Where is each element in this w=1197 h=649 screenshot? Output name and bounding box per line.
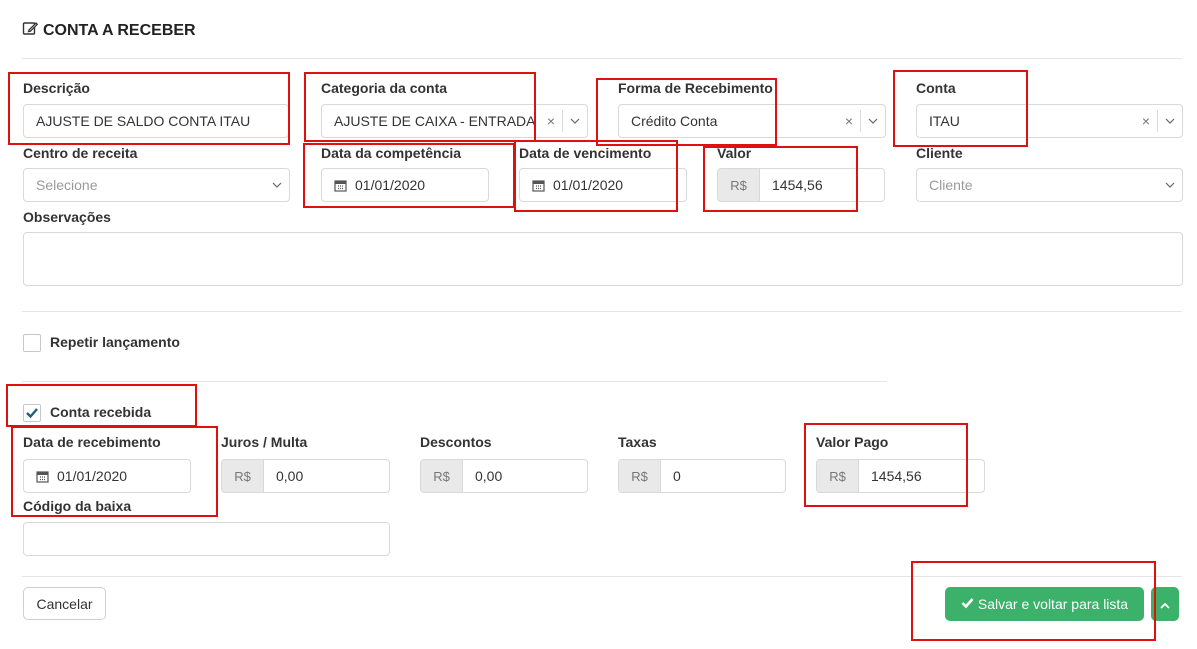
observacoes-textarea[interactable] (23, 232, 1183, 286)
vencimento-label: Data de vencimento (519, 145, 652, 161)
taxas-input[interactable]: R$ 0 (618, 459, 786, 493)
currency-addon: R$ (718, 169, 760, 201)
save-options-button[interactable] (1151, 587, 1179, 621)
chevron-down-icon[interactable] (265, 182, 289, 188)
currency-addon: R$ (421, 460, 463, 492)
conta-select[interactable]: ITAU × (916, 104, 1183, 138)
cancel-button[interactable]: Cancelar (23, 587, 106, 620)
cliente-label: Cliente (916, 145, 963, 161)
divider (22, 381, 887, 382)
data-recebimento-input[interactable]: 01/01/2020 (23, 459, 191, 493)
chevron-down-icon[interactable] (1158, 118, 1182, 124)
chevron-up-icon (1160, 596, 1170, 612)
valor-input[interactable]: R$ 1454,56 (717, 168, 885, 202)
repetir-checkbox[interactable] (23, 334, 41, 352)
divider (22, 576, 1182, 577)
observacoes-label: Observações (23, 209, 111, 225)
centro-receita-select[interactable]: Selecione (23, 168, 290, 202)
vencimento-date-input[interactable]: 01/01/2020 (519, 168, 687, 202)
check-icon (961, 596, 974, 612)
competencia-label: Data da competência (321, 145, 462, 161)
currency-addon: R$ (222, 460, 264, 492)
juros-input[interactable]: R$ 0,00 (221, 459, 390, 493)
repetir-label: Repetir lançamento (50, 334, 180, 350)
juros-label: Juros / Multa (221, 434, 308, 450)
valor-label: Valor (717, 145, 752, 161)
conta-label: Conta (916, 80, 956, 96)
categoria-label: Categoria da conta (321, 80, 448, 96)
calendar-icon (322, 179, 347, 192)
cliente-select[interactable]: Cliente (916, 168, 1183, 202)
save-button[interactable]: Salvar e voltar para lista (945, 587, 1144, 621)
codigo-baixa-input[interactable] (23, 522, 390, 556)
divider (22, 58, 1182, 59)
categoria-select[interactable]: AJUSTE DE CAIXA - ENTRADA × (321, 104, 588, 138)
forma-recebimento-select[interactable]: Crédito Conta × (618, 104, 886, 138)
clear-icon[interactable]: × (838, 113, 860, 129)
forma-recebimento-label: Forma de Recebimento (618, 80, 773, 96)
conta-recebida-checkbox[interactable] (23, 404, 41, 422)
descontos-label: Descontos (420, 434, 492, 450)
edit-icon (22, 20, 39, 41)
taxas-label: Taxas (618, 434, 657, 450)
centro-receita-label: Centro de receita (23, 145, 138, 161)
valor-pago-label: Valor Pago (816, 434, 889, 450)
codigo-baixa-label: Código da baixa (23, 498, 132, 514)
valor-pago-input[interactable]: R$ 1454,56 (816, 459, 985, 493)
divider (22, 311, 1182, 312)
currency-addon: R$ (619, 460, 661, 492)
calendar-icon (520, 179, 545, 192)
descontos-input[interactable]: R$ 0,00 (420, 459, 588, 493)
clear-icon[interactable]: × (1135, 113, 1157, 129)
descricao-input[interactable]: AJUSTE DE SALDO CONTA ITAU (23, 104, 289, 138)
currency-addon: R$ (817, 460, 859, 492)
competencia-date-input[interactable]: 01/01/2020 (321, 168, 489, 202)
chevron-down-icon[interactable] (1158, 182, 1182, 188)
descricao-label: Descrição (23, 80, 90, 96)
page-title: CONTA A RECEBER (22, 20, 196, 41)
chevron-down-icon[interactable] (563, 118, 587, 124)
data-recebimento-label: Data de recebimento (23, 434, 161, 450)
chevron-down-icon[interactable] (861, 118, 885, 124)
clear-icon[interactable]: × (540, 113, 562, 129)
check-icon (26, 408, 38, 419)
conta-recebida-label: Conta recebida (50, 404, 152, 420)
calendar-icon (24, 470, 49, 483)
